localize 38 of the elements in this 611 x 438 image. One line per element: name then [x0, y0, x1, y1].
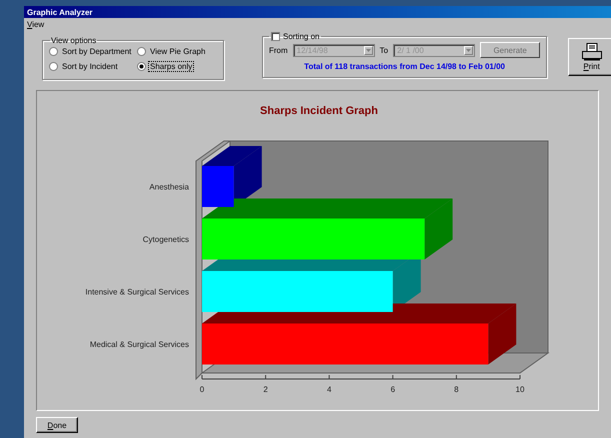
done-button[interactable]: Done [36, 417, 78, 433]
radio-label: View Pie Graph [149, 47, 206, 56]
menu-item[interactable]: View [27, 20, 44, 28]
tick-label: 6 [390, 385, 396, 394]
window-title: Graphic Analyzer [24, 6, 611, 18]
radio-icon[interactable] [137, 47, 146, 56]
radio-icon[interactable] [49, 47, 58, 56]
radio-option[interactable]: View Pie Graph [137, 47, 217, 56]
category-label: Medical & Surgical Services [90, 340, 189, 349]
category-label: Cytogenetics [142, 235, 189, 244]
bar-side-face [488, 304, 516, 364]
radio-option[interactable]: Sort by Department [49, 47, 137, 56]
tick-label: 2 [263, 385, 268, 394]
to-label: To [380, 46, 388, 54]
caret-icon [364, 46, 373, 54]
tick-label: 10 [516, 385, 524, 394]
tick-label: 0 [200, 385, 204, 394]
radio-icon[interactable] [137, 62, 146, 71]
chart-title: Sharps Incident Graph [260, 105, 378, 117]
radio-label: Sharps only [149, 62, 194, 71]
printer-icon [582, 43, 602, 61]
checkbox-label: Sorting on [283, 32, 320, 41]
radio-option[interactable]: Sort by Incident [49, 62, 137, 71]
tick-label: 4 [326, 385, 332, 394]
bar-top-face [202, 146, 262, 166]
from-label: From [269, 46, 288, 54]
tick-label: 8 [454, 385, 459, 394]
group-title: View options [50, 36, 98, 45]
category-label: Anesthesia [149, 182, 189, 192]
radio-icon[interactable] [49, 62, 58, 71]
radio-option[interactable]: Sharps only [137, 62, 217, 71]
caret-icon [464, 46, 474, 54]
radio-label: Sort by Department [61, 47, 132, 56]
category-label: Intensive & Surgical Services [85, 288, 189, 296]
print-button[interactable]: Print [568, 38, 611, 76]
bar-side-face [424, 198, 453, 260]
transactions-summary: Total of 118 transactions from Dec 14/98 to Feb 01/00 [303, 62, 506, 71]
radio-label: Sort by Incident [61, 62, 119, 71]
